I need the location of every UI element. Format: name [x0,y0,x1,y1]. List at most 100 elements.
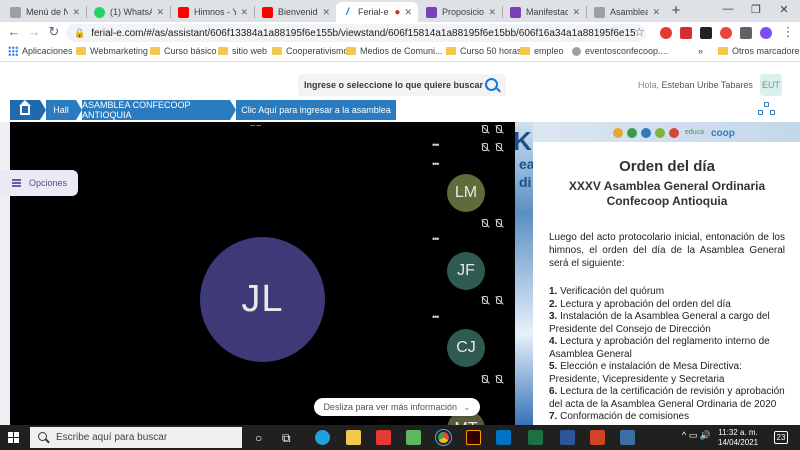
bookmark-folder[interactable]: Curso básico [150,46,217,56]
folder-icon [520,47,530,55]
system-tray[interactable]: ^ ▭ 🔊 [682,430,711,441]
tab-proposiciones[interactable]: Proposiciones ✕ [420,2,502,22]
tab-ferial-active[interactable]: / Ferial-e ● ✕ [336,2,418,22]
edge-icon[interactable] [315,430,330,445]
close-icon[interactable]: ✕ [322,7,330,18]
more-options-icon[interactable]: ••• [432,234,440,244]
acrobat-extension-icon[interactable] [680,27,692,39]
minimize-icon[interactable]: — [718,3,738,15]
folder-icon [446,47,456,55]
outlook-icon[interactable] [496,430,511,445]
close-icon[interactable]: ✕ [240,7,248,18]
powerpoint-icon[interactable] [590,430,605,445]
more-options-icon[interactable]: ••• [432,159,440,169]
youtube-icon [262,6,273,18]
adblock-icon[interactable] [660,27,672,39]
taskbar-clock[interactable]: 11:32 a. m. 14/04/2021 [718,428,758,448]
bookmark-folder[interactable]: Medios de Comuni... [346,46,443,56]
participant-avatar[interactable]: LM [447,174,485,212]
acrobat-icon[interactable] [376,430,391,445]
breadcrumb-ingresar[interactable]: Clic Aquí para ingresar a la asamblea [236,100,396,120]
avatar[interactable]: EUT [760,74,782,96]
tab-himnos[interactable]: Himnos - You ✕ [172,2,254,22]
folder-icon [346,47,356,55]
back-icon[interactable]: ← [6,24,22,39]
options-button[interactable]: Opciones [0,170,78,196]
folder-icon [150,47,160,55]
user-greeting: Hola, Esteban Uribe Tabares [638,80,753,90]
bookmark-folder[interactable]: Webmarketing [76,46,148,56]
participant-avatar-main[interactable]: JL [200,237,325,362]
video-grid: ... ... JL ••• ••• LM ••• JF ••• CJ MT [10,118,515,448]
agenda-list: 1. Verificación del quórum 2. Lectura y … [549,286,785,424]
search-input[interactable]: Ingrese o seleccione lo que quiere busca… [298,74,506,96]
bookmark-folder[interactable]: Curso 50 horas [446,46,522,56]
explorer-icon[interactable] [346,430,361,445]
tab-label: Proposiciones [442,7,485,17]
bookmark-folder[interactable]: sitio web [218,46,267,56]
more-options-icon[interactable]: ••• [432,312,440,322]
agenda-item: 1. Verificación del quórum [549,286,665,297]
address-bar[interactable]: 🔒 ferial-e.com/#/as/assistant/606f13384a… [66,24,646,42]
tab-menu[interactable]: Menú de Nav ✕ [4,2,86,22]
tab-asamblea[interactable]: Asamblea 20 ✕ [588,2,666,22]
bookmark-other[interactable]: Otros marcadores [718,46,800,56]
illustrator-icon[interactable] [466,430,481,445]
chrome-icon[interactable] [435,429,452,446]
home-icon [19,99,31,115]
tab-whatsapp[interactable]: (1) WhatsApp ✕ [88,2,170,22]
breadcrumb-hall[interactable]: Hall [46,100,76,120]
agenda-content: Orden del día XXXV Asamblea General Ordi… [549,158,785,424]
mic-muted-icon [480,125,489,134]
taskview-icon[interactable]: ⧉ [282,431,291,446]
close-icon[interactable]: ✕ [488,7,496,18]
close-icon[interactable]: ✕ [404,7,412,18]
close-icon[interactable]: ✕ [72,7,80,18]
tab-manifestacion[interactable]: Manifestación ✕ [504,2,586,22]
breadcrumb-home[interactable] [10,99,40,120]
browser-tab-bar: Menú de Nav ✕ (1) WhatsApp ✕ Himnos - Yo… [0,0,800,22]
profile-icon[interactable] [760,27,772,39]
extension-icon[interactable] [720,27,732,39]
bookmark-apps[interactable]: Aplicaciones [8,46,73,56]
close-icon[interactable]: ✕ [156,7,164,18]
close-window-icon[interactable]: ✕ [774,3,794,16]
search-icon[interactable] [485,78,498,91]
forward-icon[interactable]: → [26,24,42,39]
puzzle-icon[interactable] [740,27,752,39]
word-icon[interactable] [560,430,575,445]
cortana-icon[interactable]: ○ [255,431,262,445]
tab-bienvenida[interactable]: Bienvenida ✕ [256,2,336,22]
folder-icon [272,47,282,55]
bookmark-site[interactable]: eventosconfecoop.... [572,46,668,56]
tab-label: Himnos - You [194,7,237,17]
app-icon[interactable] [620,430,635,445]
participant-avatar[interactable]: CJ [447,329,485,367]
new-tab-button[interactable]: + [668,2,684,19]
bookmark-folder[interactable]: Cooperativismo [272,46,349,56]
banner-decoration: K ea di [515,126,533,190]
notifications-icon[interactable]: 23 [774,431,788,444]
green-app-icon[interactable] [406,430,421,445]
user-name: Esteban Uribe Tabares [661,80,753,90]
extension-icon[interactable] [700,27,712,39]
excel-icon[interactable] [528,430,543,445]
bookmarks-overflow-button[interactable]: » [698,46,703,56]
scroll-hint-button[interactable]: Desliza para ver más información ⌄ [314,398,480,416]
bookmark-folder[interactable]: empleo [520,46,564,56]
close-icon[interactable]: ✕ [652,7,660,18]
reload-icon[interactable]: ↻ [46,24,62,40]
bookmark-star-icon[interactable]: ☆ [634,25,645,39]
sitemap-icon[interactable] [758,102,776,116]
menu-kebab-icon[interactable]: ⋮ [780,24,796,40]
breadcrumb-asamblea[interactable]: ASAMBLEA CONFECOOP ANTIOQUIA [82,100,230,120]
taskbar-search-input[interactable]: Escribe aquí para buscar [30,427,242,448]
more-options-icon[interactable]: ••• [432,140,440,150]
maximize-icon[interactable]: ❐ [746,3,766,16]
sponsor-logo-icon [655,128,665,138]
apps-grid-icon [8,46,18,56]
participant-avatar[interactable]: JF [447,252,485,290]
close-icon[interactable]: ✕ [572,7,580,18]
sponsor-logo-icon [669,128,679,138]
windows-start-icon[interactable] [8,432,20,444]
